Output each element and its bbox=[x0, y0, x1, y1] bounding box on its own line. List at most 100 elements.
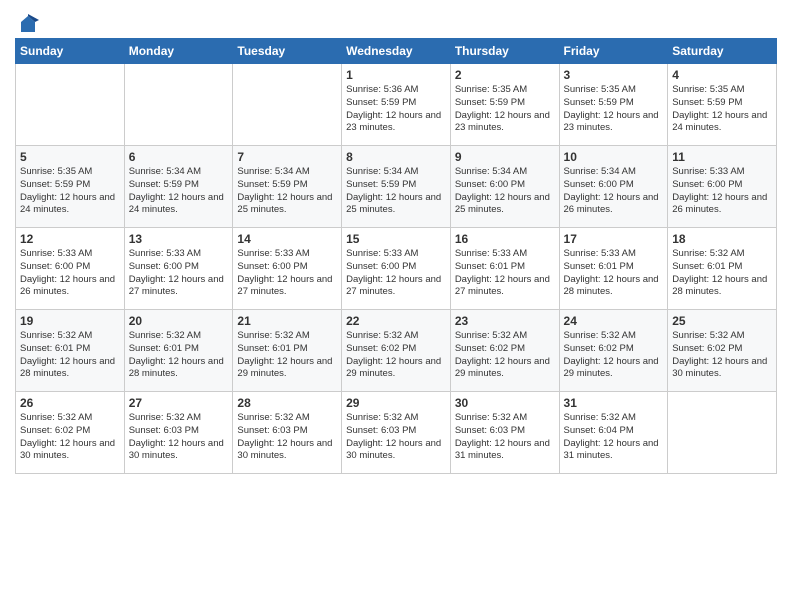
calendar-cell: 16 Sunrise: 5:33 AM Sunset: 6:01 PM Dayli… bbox=[450, 228, 559, 310]
cell-content: Sunrise: 5:32 AM Sunset: 6:02 PM Dayligh… bbox=[564, 330, 664, 381]
day-number: 15 bbox=[346, 232, 446, 246]
cell-content: Sunrise: 5:35 AM Sunset: 5:59 PM Dayligh… bbox=[672, 84, 772, 135]
calendar-cell: 1Sunrise: 5:36 AM Sunset: 5:59 PM Daylig… bbox=[342, 64, 451, 146]
calendar-cell: 15 Sunrise: 5:33 AM Sunset: 6:00 PM Dayli… bbox=[342, 228, 451, 310]
day-number: 27 bbox=[129, 396, 229, 410]
calendar-cell: 30 Sunrise: 5:32 AM Sunset: 6:03 PM Dayli… bbox=[450, 392, 559, 474]
cell-content: Sunrise: 5:34 AM Sunset: 5:59 PM Dayligh… bbox=[346, 166, 446, 217]
day-number: 13 bbox=[129, 232, 229, 246]
day-number: 25 bbox=[672, 314, 772, 328]
cell-content: Sunrise: 5:32 AM Sunset: 6:01 PM Dayligh… bbox=[237, 330, 337, 381]
cell-content: Sunrise: 5:32 AM Sunset: 6:03 PM Dayligh… bbox=[237, 412, 337, 463]
calendar-cell: 20 Sunrise: 5:32 AM Sunset: 6:01 PM Dayli… bbox=[124, 310, 233, 392]
calendar-cell: 7 Sunrise: 5:34 AM Sunset: 5:59 PM Daylig… bbox=[233, 146, 342, 228]
day-number: 10 bbox=[564, 150, 664, 164]
day-number: 20 bbox=[129, 314, 229, 328]
calendar-cell: 22 Sunrise: 5:32 AM Sunset: 6:02 PM Dayli… bbox=[342, 310, 451, 392]
calendar-cell: 25 Sunrise: 5:32 AM Sunset: 6:02 PM Dayli… bbox=[668, 310, 777, 392]
calendar-cell: 31 Sunrise: 5:32 AM Sunset: 6:04 PM Dayli… bbox=[559, 392, 668, 474]
cell-content: Sunrise: 5:35 AM Sunset: 5:59 PM Dayligh… bbox=[455, 84, 555, 135]
calendar-cell: 23 Sunrise: 5:32 AM Sunset: 6:02 PM Dayli… bbox=[450, 310, 559, 392]
cell-content: Sunrise: 5:32 AM Sunset: 6:02 PM Dayligh… bbox=[346, 330, 446, 381]
weekday-header-friday: Friday bbox=[559, 39, 668, 64]
calendar-cell: 29 Sunrise: 5:32 AM Sunset: 6:03 PM Dayli… bbox=[342, 392, 451, 474]
cell-content: Sunrise: 5:32 AM Sunset: 6:02 PM Dayligh… bbox=[20, 412, 120, 463]
calendar-table: SundayMondayTuesdayWednesdayThursdayFrid… bbox=[15, 38, 777, 474]
calendar-cell: 26 Sunrise: 5:32 AM Sunset: 6:02 PM Dayli… bbox=[16, 392, 125, 474]
cell-content: Sunrise: 5:34 AM Sunset: 5:59 PM Dayligh… bbox=[237, 166, 337, 217]
logo-icon bbox=[17, 14, 39, 36]
calendar-cell: 14Sunrise: 5:33 AM Sunset: 6:00 PM Dayli… bbox=[233, 228, 342, 310]
day-number: 1 bbox=[346, 68, 446, 82]
calendar-cell: 11 Sunrise: 5:33 AM Sunset: 6:00 PM Dayli… bbox=[668, 146, 777, 228]
day-number: 17 bbox=[564, 232, 664, 246]
day-number: 6 bbox=[129, 150, 229, 164]
day-number: 18 bbox=[672, 232, 772, 246]
calendar-cell: 18 Sunrise: 5:32 AM Sunset: 6:01 PM Dayli… bbox=[668, 228, 777, 310]
day-number: 8 bbox=[346, 150, 446, 164]
day-number: 21 bbox=[237, 314, 337, 328]
cell-content: Sunrise: 5:34 AM Sunset: 5:59 PM Dayligh… bbox=[129, 166, 229, 217]
cell-content: Sunrise: 5:35 AM Sunset: 5:59 PM Dayligh… bbox=[564, 84, 664, 135]
day-number: 7 bbox=[237, 150, 337, 164]
weekday-header-monday: Monday bbox=[124, 39, 233, 64]
calendar-cell: 24 Sunrise: 5:32 AM Sunset: 6:02 PM Dayli… bbox=[559, 310, 668, 392]
weekday-header-row: SundayMondayTuesdayWednesdayThursdayFrid… bbox=[16, 39, 777, 64]
week-row-2: 5 Sunrise: 5:35 AM Sunset: 5:59 PM Daylig… bbox=[16, 146, 777, 228]
calendar-cell bbox=[16, 64, 125, 146]
week-row-4: 19Sunrise: 5:32 AM Sunset: 6:01 PM Dayli… bbox=[16, 310, 777, 392]
calendar-cell: 9Sunrise: 5:34 AM Sunset: 6:00 PM Daylig… bbox=[450, 146, 559, 228]
calendar-cell: 27Sunrise: 5:32 AM Sunset: 6:03 PM Dayli… bbox=[124, 392, 233, 474]
cell-content: Sunrise: 5:32 AM Sunset: 6:01 PM Dayligh… bbox=[129, 330, 229, 381]
calendar-cell: 2 Sunrise: 5:35 AM Sunset: 5:59 PM Daylig… bbox=[450, 64, 559, 146]
day-number: 24 bbox=[564, 314, 664, 328]
weekday-header-sunday: Sunday bbox=[16, 39, 125, 64]
cell-content: Sunrise: 5:32 AM Sunset: 6:03 PM Dayligh… bbox=[346, 412, 446, 463]
day-number: 22 bbox=[346, 314, 446, 328]
cell-content: Sunrise: 5:32 AM Sunset: 6:01 PM Dayligh… bbox=[672, 248, 772, 299]
cell-content: Sunrise: 5:32 AM Sunset: 6:03 PM Dayligh… bbox=[455, 412, 555, 463]
weekday-header-thursday: Thursday bbox=[450, 39, 559, 64]
calendar-cell: 12 Sunrise: 5:33 AM Sunset: 6:00 PM Dayli… bbox=[16, 228, 125, 310]
calendar-cell bbox=[124, 64, 233, 146]
day-number: 28 bbox=[237, 396, 337, 410]
day-number: 11 bbox=[672, 150, 772, 164]
cell-content: Sunrise: 5:32 AM Sunset: 6:02 PM Dayligh… bbox=[672, 330, 772, 381]
day-number: 16 bbox=[455, 232, 555, 246]
day-number: 31 bbox=[564, 396, 664, 410]
week-row-1: 1Sunrise: 5:36 AM Sunset: 5:59 PM Daylig… bbox=[16, 64, 777, 146]
day-number: 29 bbox=[346, 396, 446, 410]
calendar-cell bbox=[668, 392, 777, 474]
weekday-header-saturday: Saturday bbox=[668, 39, 777, 64]
weekday-header-tuesday: Tuesday bbox=[233, 39, 342, 64]
calendar-cell: 13 Sunrise: 5:33 AM Sunset: 6:00 PM Dayli… bbox=[124, 228, 233, 310]
cell-content: Sunrise: 5:33 AM Sunset: 6:00 PM Dayligh… bbox=[237, 248, 337, 299]
day-number: 23 bbox=[455, 314, 555, 328]
cell-content: Sunrise: 5:32 AM Sunset: 6:02 PM Dayligh… bbox=[455, 330, 555, 381]
cell-content: Sunrise: 5:35 AM Sunset: 5:59 PM Dayligh… bbox=[20, 166, 120, 217]
day-number: 2 bbox=[455, 68, 555, 82]
day-number: 26 bbox=[20, 396, 120, 410]
calendar-cell: 21 Sunrise: 5:32 AM Sunset: 6:01 PM Dayli… bbox=[233, 310, 342, 392]
day-number: 30 bbox=[455, 396, 555, 410]
cell-content: Sunrise: 5:33 AM Sunset: 6:00 PM Dayligh… bbox=[346, 248, 446, 299]
day-number: 9 bbox=[455, 150, 555, 164]
logo bbox=[15, 14, 39, 32]
calendar-body: 1Sunrise: 5:36 AM Sunset: 5:59 PM Daylig… bbox=[16, 64, 777, 474]
day-number: 5 bbox=[20, 150, 120, 164]
cell-content: Sunrise: 5:33 AM Sunset: 6:00 PM Dayligh… bbox=[20, 248, 120, 299]
cell-content: Sunrise: 5:32 AM Sunset: 6:04 PM Dayligh… bbox=[564, 412, 664, 463]
cell-content: Sunrise: 5:33 AM Sunset: 6:00 PM Dayligh… bbox=[672, 166, 772, 217]
calendar-cell: 19Sunrise: 5:32 AM Sunset: 6:01 PM Dayli… bbox=[16, 310, 125, 392]
cell-content: Sunrise: 5:33 AM Sunset: 6:00 PM Dayligh… bbox=[129, 248, 229, 299]
day-number: 3 bbox=[564, 68, 664, 82]
day-number: 4 bbox=[672, 68, 772, 82]
calendar-cell: 28 Sunrise: 5:32 AM Sunset: 6:03 PM Dayli… bbox=[233, 392, 342, 474]
weekday-header-wednesday: Wednesday bbox=[342, 39, 451, 64]
cell-content: Sunrise: 5:33 AM Sunset: 6:01 PM Dayligh… bbox=[455, 248, 555, 299]
cell-content: Sunrise: 5:32 AM Sunset: 6:01 PM Dayligh… bbox=[20, 330, 120, 381]
cell-content: Sunrise: 5:33 AM Sunset: 6:01 PM Dayligh… bbox=[564, 248, 664, 299]
calendar-cell: 17 Sunrise: 5:33 AM Sunset: 6:01 PM Dayli… bbox=[559, 228, 668, 310]
calendar-cell bbox=[233, 64, 342, 146]
day-number: 12 bbox=[20, 232, 120, 246]
